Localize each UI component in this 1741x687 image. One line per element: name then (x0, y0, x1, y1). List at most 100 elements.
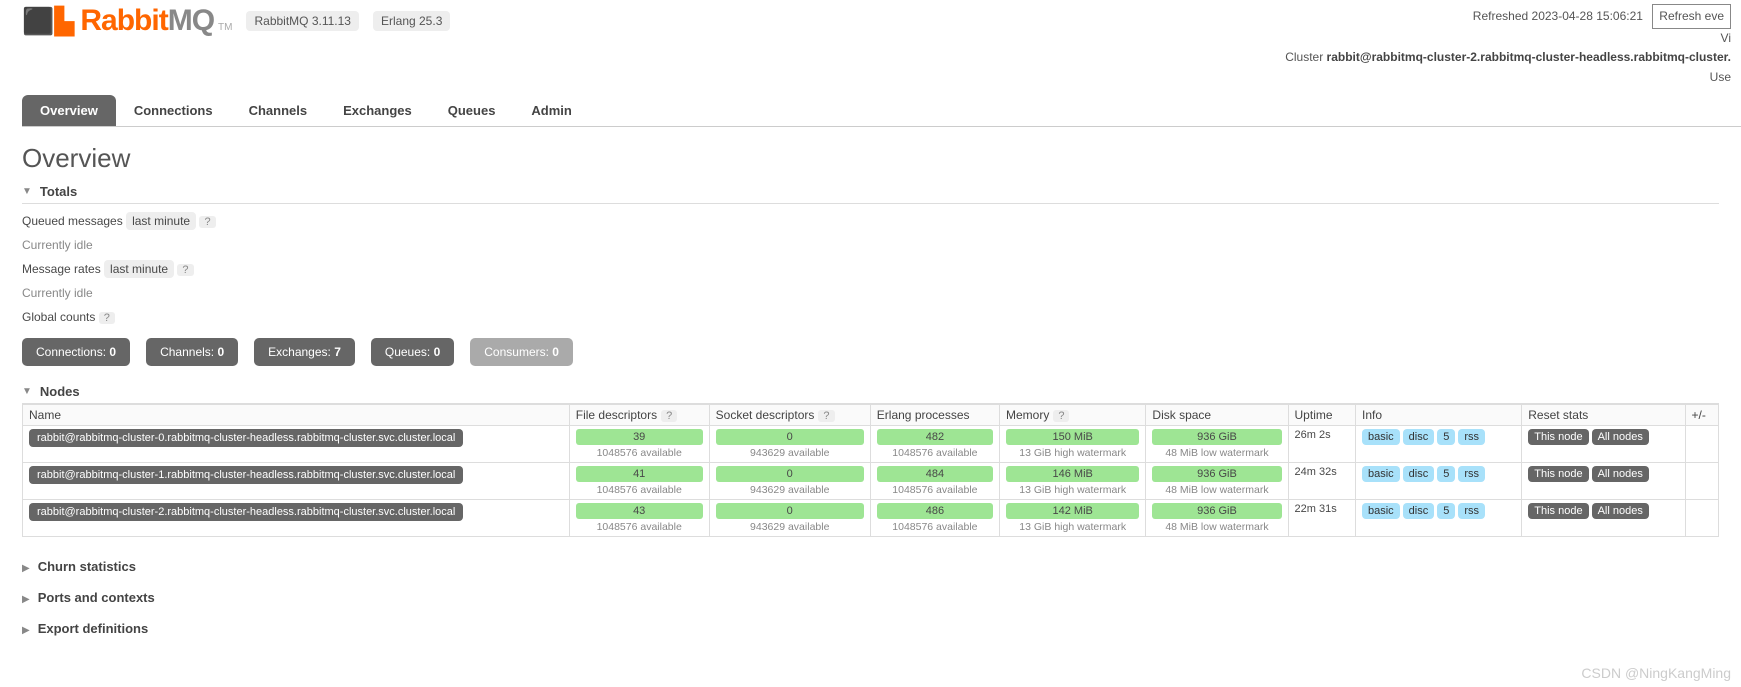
count-button[interactable]: Queues: 0 (371, 338, 454, 366)
tab-admin[interactable]: Admin (513, 95, 589, 126)
section-title: Ports and contexts (38, 590, 155, 605)
collapsed-section[interactable]: ▶Churn statistics (22, 551, 1719, 582)
chevron-right-icon: ▶ (22, 594, 30, 605)
user-label: Use (1285, 68, 1731, 87)
tab-connections[interactable]: Connections (116, 95, 231, 126)
node-name-badge[interactable]: rabbit@rabbitmq-cluster-2.rabbitmq-clust… (29, 503, 463, 521)
refresh-button[interactable]: Refresh eve (1652, 4, 1731, 29)
info-tag[interactable]: 5 (1437, 503, 1455, 519)
message-rates-label: Message rates (22, 262, 101, 276)
count-button: Consumers: 0 (470, 338, 573, 366)
rabbitmq-icon: ⬛▙ (22, 6, 74, 37)
info-tag[interactable]: 5 (1437, 429, 1455, 445)
help-icon[interactable]: ? (99, 312, 115, 324)
sd-value: 0 (716, 503, 864, 519)
sd-value: 0 (716, 466, 864, 482)
info-tag[interactable]: rss (1458, 503, 1485, 519)
fd-sub: 1048576 available (576, 521, 703, 533)
chevron-down-icon: ▼ (22, 386, 32, 397)
node-name-badge[interactable]: rabbit@rabbitmq-cluster-1.rabbitmq-clust… (29, 466, 463, 484)
reset-all-nodes-button[interactable]: All nodes (1592, 466, 1649, 482)
reset-all-nodes-button[interactable]: All nodes (1592, 503, 1649, 519)
mem-value: 142 MiB (1006, 503, 1139, 519)
col-ep: Erlang processes (870, 404, 999, 425)
chevron-down-icon: ▼ (22, 186, 32, 197)
chevron-right-icon: ▶ (22, 625, 30, 636)
section-title: Churn statistics (38, 559, 136, 574)
fd-value: 41 (576, 466, 703, 482)
reset-this-node-button[interactable]: This node (1528, 503, 1588, 519)
section-title: Export definitions (38, 621, 149, 636)
col-plusminus[interactable]: +/- (1685, 404, 1719, 425)
mem-value: 146 MiB (1006, 466, 1139, 482)
reset-this-node-button[interactable]: This node (1528, 466, 1588, 482)
sd-sub: 943629 available (716, 521, 864, 533)
sd-sub: 943629 available (716, 484, 864, 496)
watermark: CSDN @NingKangMing (1581, 665, 1731, 681)
disk-value: 936 GiB (1152, 503, 1281, 519)
section-totals-header[interactable]: ▼ Totals (22, 180, 1719, 204)
tab-channels[interactable]: Channels (231, 95, 326, 126)
col-info: Info (1355, 404, 1521, 425)
version-pill: RabbitMQ 3.11.13 (246, 11, 359, 31)
ep-value: 482 (877, 429, 993, 445)
count-button[interactable]: Connections: 0 (22, 338, 130, 366)
refreshed-time: 2023-04-28 15:06:21 (1532, 9, 1643, 23)
table-row: rabbit@rabbitmq-cluster-1.rabbitmq-clust… (23, 462, 1719, 499)
cluster-label: Cluster (1285, 50, 1323, 64)
disk-sub: 48 MiB low watermark (1152, 521, 1281, 533)
ep-value: 484 (877, 466, 993, 482)
sd-value: 0 (716, 429, 864, 445)
help-icon[interactable]: ? (661, 410, 677, 422)
queued-idle-text: Currently idle (22, 238, 1719, 252)
col-reset: Reset stats (1522, 404, 1685, 425)
section-nodes-header[interactable]: ▼ Nodes (22, 380, 1719, 404)
tab-queues[interactable]: Queues (430, 95, 514, 126)
section-nodes-title: Nodes (40, 384, 80, 399)
table-row: rabbit@rabbitmq-cluster-2.rabbitmq-clust… (23, 499, 1719, 536)
info-tag[interactable]: basic (1362, 466, 1400, 482)
queued-messages-label: Queued messages (22, 214, 123, 228)
help-icon[interactable]: ? (1053, 410, 1069, 422)
page-title: Overview (22, 143, 1741, 174)
virtual-host-label: Vi (1285, 29, 1731, 48)
col-fd: File descriptors? (569, 404, 709, 425)
info-tag[interactable]: rss (1458, 429, 1485, 445)
help-icon[interactable]: ? (199, 216, 215, 228)
ep-sub: 1048576 available (877, 484, 993, 496)
info-tag[interactable]: basic (1362, 503, 1400, 519)
count-button[interactable]: Channels: 0 (146, 338, 238, 366)
collapsed-section[interactable]: ▶ Export definitions (22, 613, 1719, 644)
fd-sub: 1048576 available (576, 447, 703, 459)
ep-sub: 1048576 available (877, 521, 993, 533)
info-tag[interactable]: disc (1403, 466, 1435, 482)
reset-this-node-button[interactable]: This node (1528, 429, 1588, 445)
disk-value: 936 GiB (1152, 466, 1281, 482)
rates-range-pill[interactable]: last minute (104, 260, 174, 278)
global-counts-row: Connections: 0 Channels: 0 Exchanges: 7 Que… (22, 338, 1719, 366)
count-button[interactable]: Exchanges: 7 (254, 338, 355, 366)
help-icon[interactable]: ? (818, 410, 834, 422)
col-disk: Disk space (1146, 404, 1288, 425)
logo-text-mq: MQ (168, 4, 214, 38)
disk-value: 936 GiB (1152, 429, 1281, 445)
uptime-value: 24m 32s (1288, 462, 1355, 499)
info-tag[interactable]: rss (1458, 466, 1485, 482)
col-name: Name (23, 404, 570, 425)
help-icon[interactable]: ? (177, 264, 193, 276)
node-name-badge[interactable]: rabbit@rabbitmq-cluster-0.rabbitmq-clust… (29, 429, 463, 447)
tab-overview[interactable]: Overview (22, 95, 116, 126)
rates-idle-text: Currently idle (22, 286, 1719, 300)
info-tag[interactable]: disc (1403, 429, 1435, 445)
table-row: rabbit@rabbitmq-cluster-0.rabbitmq-clust… (23, 425, 1719, 462)
col-sd: Socket descriptors? (709, 404, 870, 425)
tab-exchanges[interactable]: Exchanges (325, 95, 430, 126)
info-tag[interactable]: basic (1362, 429, 1400, 445)
info-tag[interactable]: disc (1403, 503, 1435, 519)
refreshed-label: Refreshed (1473, 9, 1528, 23)
reset-all-nodes-button[interactable]: All nodes (1592, 429, 1649, 445)
collapsed-section[interactable]: ▶ Ports and contexts (22, 582, 1719, 613)
info-tag[interactable]: 5 (1437, 466, 1455, 482)
fd-sub: 1048576 available (576, 484, 703, 496)
queued-range-pill[interactable]: last minute (126, 212, 196, 230)
